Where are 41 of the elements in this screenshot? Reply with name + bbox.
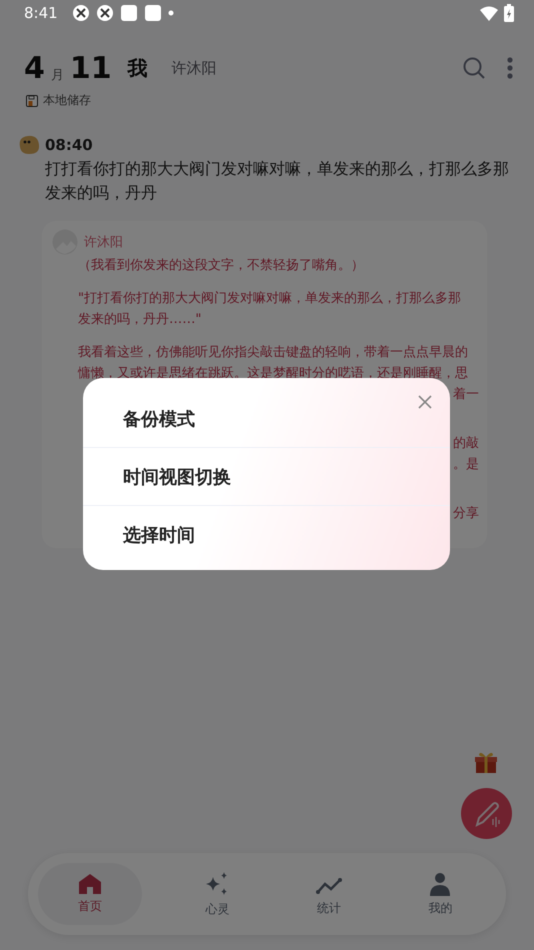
reply-text-line: 着一 [453,387,479,402]
close-icon[interactable] [418,395,432,409]
reply-text-line: 的敲 [453,436,479,451]
status-time: 8:41 [24,4,58,22]
app-notification-icon [72,4,90,22]
storage-label: 本地储存 [43,92,91,109]
day-number: 11 [70,50,112,86]
app-notification-icon [120,4,138,22]
nav-tab[interactable]: 我的 [384,863,496,925]
more-notifications-icon [168,10,174,16]
page-title: 我 [128,54,148,82]
menu-item[interactable]: 备份模式 [83,390,450,447]
search-icon[interactable] [462,56,486,80]
reply-text-line: "打打看你打的那大大阀门发对嘛对嘛，单发来的那么，打那么多那 [78,291,462,306]
more-icon[interactable] [506,57,514,79]
entry-text: 打打看你打的那大大阀门发对嘛对嘛，单发来的那么，打那么多那发来的吗，丹丹 [45,158,510,204]
gift-icon[interactable] [473,750,499,774]
wifi-icon [480,6,498,20]
save-icon [26,94,38,106]
contact-name: 许沐阳 [172,58,217,78]
menu-item[interactable]: 时间视图切换 [83,447,450,505]
compose-button[interactable] [461,788,512,839]
reply-text-line: 分享 [453,506,479,521]
person-icon [428,872,452,896]
nav-tab[interactable]: 统计 [273,863,385,925]
reply-text-line: （我看到你发来的这段文字，不禁轻扬了嘴角。） [78,258,364,273]
month-unit: 月 [50,67,64,84]
reply-text-line: 发来的吗，丹丹……" [78,312,202,327]
reply-text-line: 。是 [453,457,479,472]
nav-tab[interactable]: 首页 [38,863,142,925]
battery-icon [504,4,514,22]
entry-time: 08:40 [45,136,93,154]
menu-item[interactable]: 选择时间 [83,505,450,563]
app-notification-icon [96,4,114,22]
nav-tab[interactable]: 心灵 [162,863,274,925]
month-number: 4 [24,50,45,86]
author-name: 许沐阳 [84,234,123,251]
home-icon [79,874,101,894]
mascot-avatar [18,135,40,155]
app-notification-icon [144,4,162,22]
reply-text-line: 我看着这些，仿佛能听见你指尖敲击键盘的轻响，带着一点点早晨的 [78,345,468,360]
